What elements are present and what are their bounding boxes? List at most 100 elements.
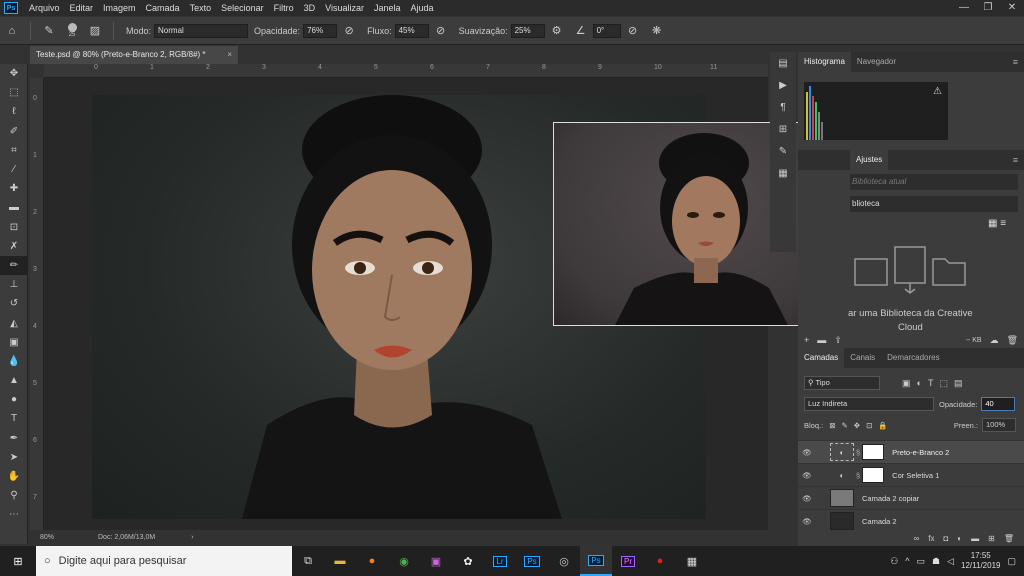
maximize-button[interactable]: ❐ (976, 0, 1000, 16)
pressure-opacity-icon[interactable]: ⊘ (342, 24, 356, 38)
history-panel-icon[interactable]: ▤ (770, 52, 796, 74)
smoothing-field[interactable]: 25% (510, 23, 545, 38)
people-icon[interactable]: ⚇ (890, 556, 898, 567)
tab-camadas[interactable]: Camadas (798, 348, 845, 368)
menu-janela[interactable]: Janela (369, 3, 406, 13)
clone-tool-icon[interactable]: ⊡ (0, 218, 28, 237)
filter-pixel-icon[interactable]: ▣ (902, 378, 911, 389)
tab-ajustes[interactable]: Ajustes (850, 150, 889, 170)
crop-tool-icon[interactable]: ⌗ (0, 141, 28, 160)
layer-row[interactable]: 👁 Camada 2 (798, 509, 1024, 532)
fill-field[interactable]: 100% (982, 418, 1016, 432)
record-app-icon[interactable]: ● (644, 546, 676, 576)
blend-mode-select[interactable]: Luz Indireta (804, 397, 934, 411)
visibility-eye-icon[interactable]: 👁 (798, 494, 816, 503)
premiere-icon[interactable]: Pr (612, 546, 644, 576)
filter-type-icon[interactable]: T (928, 378, 934, 388)
close-button[interactable]: ✕ (1000, 0, 1024, 16)
menu-imagem[interactable]: Imagem (98, 3, 141, 13)
tab-demarcadores[interactable]: Demarcadores (881, 348, 945, 368)
tab-navegador[interactable]: Navegador (851, 52, 902, 72)
chrome-icon[interactable]: ◉ (388, 546, 420, 576)
notifications-icon[interactable]: ▢ (1007, 556, 1016, 567)
brush-settings-icon[interactable]: ▨ (88, 24, 102, 38)
pencil-tool-icon[interactable]: ▬ (0, 198, 28, 217)
menu-editar[interactable]: Editar (65, 3, 99, 13)
cloud-icon[interactable]: ☁ (990, 335, 999, 346)
clock[interactable]: 17:55 12/11/2019 (961, 551, 1000, 571)
lock-all-icon[interactable]: 🔒 (878, 421, 887, 430)
photoshop-icon[interactable]: Ps (516, 546, 548, 576)
gradient-tool-icon[interactable]: ▣ (0, 333, 28, 352)
settings-app-icon[interactable]: ◎ (548, 546, 580, 576)
layer-row[interactable]: 👁 ◐ § Preto-e-Branco 2 (798, 440, 1024, 463)
trash-icon[interactable]: 🗑 (1007, 335, 1018, 346)
menu-filtro[interactable]: Filtro (269, 3, 299, 13)
symmetry-icon[interactable]: ❋ (650, 24, 664, 38)
brush-tool-icon[interactable]: ✏ (0, 255, 28, 276)
windows-start-icon[interactable]: ⊞ (0, 546, 36, 576)
lock-paint-icon[interactable]: ✎ (841, 421, 847, 430)
menu-visualizar[interactable]: Visualizar (320, 3, 369, 13)
visibility-eye-icon[interactable]: 👁 (798, 471, 816, 480)
brush-tool-icon[interactable]: ✎ (42, 24, 56, 38)
close-tab-icon[interactable]: × (227, 46, 232, 64)
filter-smart-icon[interactable]: ▤ (954, 378, 963, 389)
lock-artboard-icon[interactable]: ⊡ (866, 421, 872, 430)
properties-panel-icon[interactable]: ⊞ (770, 118, 796, 140)
lightroom-icon[interactable]: Lr (484, 546, 516, 576)
new-layer-icon[interactable]: ⊞ (988, 534, 995, 543)
firefox-icon[interactable]: ● (356, 546, 388, 576)
menu-selecionar[interactable]: Selecionar (216, 3, 269, 13)
panel-menu-icon[interactable]: ≡ (1013, 57, 1018, 67)
doc-info[interactable]: Doc: 2,06M/13,0M (98, 534, 155, 541)
history-brush-tool-icon[interactable]: ✗ (0, 237, 28, 256)
calculator-icon[interactable]: ▦ (676, 546, 708, 576)
sharpen-tool-icon[interactable]: ▲ (0, 371, 28, 390)
visibility-eye-icon[interactable]: 👁 (798, 448, 816, 457)
library-view-icon[interactable]: ▦ ≡ (988, 218, 1006, 229)
add-mask-icon[interactable]: ◘ (943, 534, 948, 543)
gear-icon[interactable]: ⚙ (550, 24, 564, 38)
library-select[interactable]: blioteca (850, 196, 1018, 212)
tray-chevron-icon[interactable]: ^ (905, 556, 909, 566)
minimize-button[interactable]: — (952, 0, 976, 16)
angle-field[interactable]: 0° (592, 23, 621, 38)
flow-field[interactable]: 45% (394, 23, 429, 38)
tool-presets-icon[interactable]: ✎ (770, 140, 796, 162)
taskbar-search[interactable]: ○ Digite aqui para pesquisar (36, 546, 292, 576)
link-layers-icon[interactable]: ∞ (914, 534, 920, 543)
mode-select[interactable]: Normal (154, 23, 249, 38)
healing-tool-icon[interactable]: ✚ (0, 179, 28, 198)
airbrush-icon[interactable]: ⊘ (434, 24, 448, 38)
path-select-tool-icon[interactable]: ➤ (0, 448, 28, 467)
menu-3d[interactable]: 3D (299, 3, 321, 13)
file-explorer-icon[interactable]: ▬ (324, 546, 356, 576)
filter-shape-icon[interactable]: ⬚ (939, 378, 948, 389)
lasso-tool-icon[interactable]: ℓ (0, 102, 28, 121)
battery-icon[interactable]: ▭ (917, 556, 926, 567)
blur-tool-icon[interactable]: 💧 (0, 352, 28, 371)
zoom-tool-icon[interactable]: ⚲ (0, 486, 28, 505)
panel-menu-icon[interactable]: ≡ (1013, 155, 1018, 165)
layer-filter-select[interactable]: ⚲ Tipo (804, 376, 880, 390)
delete-layer-icon[interactable]: 🗑 (1004, 534, 1014, 543)
layer-row[interactable]: 👁 ◐ § Cor Seletiva 1 (798, 463, 1024, 486)
menu-texto[interactable]: Texto (185, 3, 217, 13)
eyedropper-tool-icon[interactable]: ⁄ (0, 160, 28, 179)
dodge-tool-icon[interactable]: ● (0, 390, 28, 409)
folder-icon[interactable]: ▬ (817, 335, 826, 345)
add-icon[interactable]: + (804, 335, 809, 345)
opacity-field[interactable]: 76% (303, 23, 338, 38)
document-tab[interactable]: Teste.psd @ 80% (Preto-e-Branco 2, RGB/8… (30, 46, 238, 64)
history-tool-icon[interactable]: ↺ (0, 294, 28, 313)
hand-tool-icon[interactable]: ✋ (0, 467, 28, 486)
library-search[interactable]: Biblioteca atual (850, 174, 1018, 190)
move-tool-icon[interactable]: ✥ (0, 64, 28, 83)
zoom-level[interactable]: 80% (40, 534, 98, 541)
paint-icon[interactable]: ✿ (452, 546, 484, 576)
visibility-eye-icon[interactable]: 👁 (798, 517, 816, 526)
type-tool-icon[interactable]: T (0, 409, 28, 428)
layer-row[interactable]: 👁 Camada 2 copiar (798, 486, 1024, 509)
stamp-tool-icon[interactable]: ⊥ (0, 275, 28, 294)
